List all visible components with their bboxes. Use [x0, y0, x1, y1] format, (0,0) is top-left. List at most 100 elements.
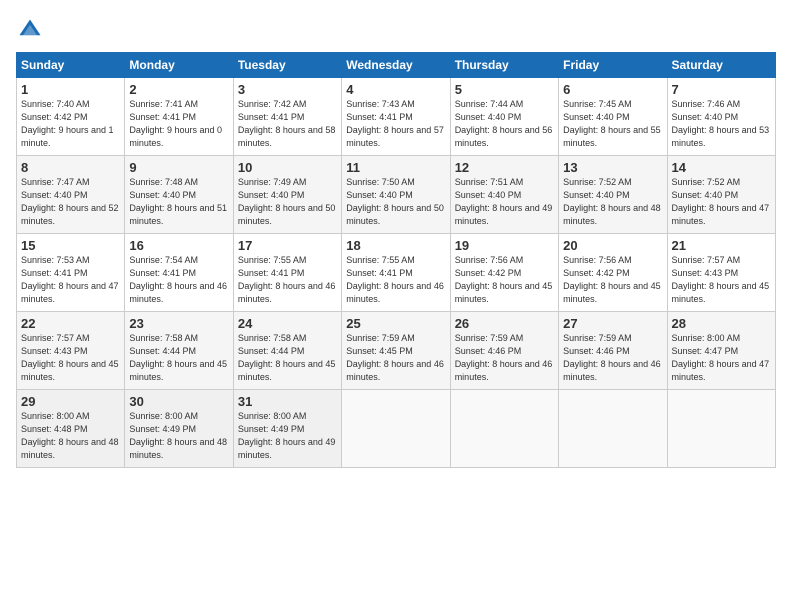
day-info: Sunrise: 8:00 AM Sunset: 4:49 PM Dayligh… — [238, 410, 337, 462]
calendar-cell — [559, 390, 667, 468]
day-number: 4 — [346, 82, 445, 97]
calendar-cell: 11Sunrise: 7:50 AM Sunset: 4:40 PM Dayli… — [342, 156, 450, 234]
day-number: 24 — [238, 316, 337, 331]
header — [16, 16, 776, 44]
day-info: Sunrise: 7:54 AM Sunset: 4:41 PM Dayligh… — [129, 254, 228, 306]
calendar-cell: 12Sunrise: 7:51 AM Sunset: 4:40 PM Dayli… — [450, 156, 558, 234]
calendar-cell: 25Sunrise: 7:59 AM Sunset: 4:45 PM Dayli… — [342, 312, 450, 390]
calendar-cell: 22Sunrise: 7:57 AM Sunset: 4:43 PM Dayli… — [17, 312, 125, 390]
day-number: 23 — [129, 316, 228, 331]
calendar-cell: 3Sunrise: 7:42 AM Sunset: 4:41 PM Daylig… — [233, 78, 341, 156]
calendar-cell — [667, 390, 775, 468]
calendar-cell: 2Sunrise: 7:41 AM Sunset: 4:41 PM Daylig… — [125, 78, 233, 156]
calendar-cell: 7Sunrise: 7:46 AM Sunset: 4:40 PM Daylig… — [667, 78, 775, 156]
day-info: Sunrise: 7:50 AM Sunset: 4:40 PM Dayligh… — [346, 176, 445, 228]
col-header-saturday: Saturday — [667, 53, 775, 78]
day-number: 2 — [129, 82, 228, 97]
day-number: 15 — [21, 238, 120, 253]
day-info: Sunrise: 8:00 AM Sunset: 4:47 PM Dayligh… — [672, 332, 771, 384]
day-number: 26 — [455, 316, 554, 331]
day-number: 30 — [129, 394, 228, 409]
day-number: 6 — [563, 82, 662, 97]
day-info: Sunrise: 7:59 AM Sunset: 4:45 PM Dayligh… — [346, 332, 445, 384]
calendar-cell: 1Sunrise: 7:40 AM Sunset: 4:42 PM Daylig… — [17, 78, 125, 156]
calendar-cell: 27Sunrise: 7:59 AM Sunset: 4:46 PM Dayli… — [559, 312, 667, 390]
day-number: 17 — [238, 238, 337, 253]
day-info: Sunrise: 7:58 AM Sunset: 4:44 PM Dayligh… — [129, 332, 228, 384]
col-header-sunday: Sunday — [17, 53, 125, 78]
calendar-cell: 9Sunrise: 7:48 AM Sunset: 4:40 PM Daylig… — [125, 156, 233, 234]
calendar-cell: 18Sunrise: 7:55 AM Sunset: 4:41 PM Dayli… — [342, 234, 450, 312]
day-number: 31 — [238, 394, 337, 409]
day-number: 8 — [21, 160, 120, 175]
calendar-cell: 19Sunrise: 7:56 AM Sunset: 4:42 PM Dayli… — [450, 234, 558, 312]
calendar-cell: 21Sunrise: 7:57 AM Sunset: 4:43 PM Dayli… — [667, 234, 775, 312]
day-number: 3 — [238, 82, 337, 97]
day-info: Sunrise: 7:40 AM Sunset: 4:42 PM Dayligh… — [21, 98, 120, 150]
calendar-cell: 4Sunrise: 7:43 AM Sunset: 4:41 PM Daylig… — [342, 78, 450, 156]
week-row-4: 22Sunrise: 7:57 AM Sunset: 4:43 PM Dayli… — [17, 312, 776, 390]
col-header-thursday: Thursday — [450, 53, 558, 78]
week-row-3: 15Sunrise: 7:53 AM Sunset: 4:41 PM Dayli… — [17, 234, 776, 312]
day-info: Sunrise: 7:56 AM Sunset: 4:42 PM Dayligh… — [455, 254, 554, 306]
calendar-cell: 10Sunrise: 7:49 AM Sunset: 4:40 PM Dayli… — [233, 156, 341, 234]
day-info: Sunrise: 8:00 AM Sunset: 4:48 PM Dayligh… — [21, 410, 120, 462]
calendar-cell: 6Sunrise: 7:45 AM Sunset: 4:40 PM Daylig… — [559, 78, 667, 156]
day-number: 13 — [563, 160, 662, 175]
day-number: 11 — [346, 160, 445, 175]
calendar-cell: 8Sunrise: 7:47 AM Sunset: 4:40 PM Daylig… — [17, 156, 125, 234]
day-number: 5 — [455, 82, 554, 97]
calendar-cell: 26Sunrise: 7:59 AM Sunset: 4:46 PM Dayli… — [450, 312, 558, 390]
page-container: SundayMondayTuesdayWednesdayThursdayFrid… — [0, 0, 792, 476]
day-info: Sunrise: 7:49 AM Sunset: 4:40 PM Dayligh… — [238, 176, 337, 228]
day-info: Sunrise: 7:52 AM Sunset: 4:40 PM Dayligh… — [563, 176, 662, 228]
calendar-cell: 5Sunrise: 7:44 AM Sunset: 4:40 PM Daylig… — [450, 78, 558, 156]
calendar-cell — [450, 390, 558, 468]
day-info: Sunrise: 7:55 AM Sunset: 4:41 PM Dayligh… — [346, 254, 445, 306]
day-info: Sunrise: 7:41 AM Sunset: 4:41 PM Dayligh… — [129, 98, 228, 150]
calendar-cell: 14Sunrise: 7:52 AM Sunset: 4:40 PM Dayli… — [667, 156, 775, 234]
day-number: 12 — [455, 160, 554, 175]
day-number: 14 — [672, 160, 771, 175]
calendar-cell: 16Sunrise: 7:54 AM Sunset: 4:41 PM Dayli… — [125, 234, 233, 312]
calendar-header-row: SundayMondayTuesdayWednesdayThursdayFrid… — [17, 53, 776, 78]
day-number: 25 — [346, 316, 445, 331]
day-info: Sunrise: 7:45 AM Sunset: 4:40 PM Dayligh… — [563, 98, 662, 150]
day-number: 10 — [238, 160, 337, 175]
day-info: Sunrise: 7:46 AM Sunset: 4:40 PM Dayligh… — [672, 98, 771, 150]
day-info: Sunrise: 7:44 AM Sunset: 4:40 PM Dayligh… — [455, 98, 554, 150]
day-number: 20 — [563, 238, 662, 253]
day-number: 16 — [129, 238, 228, 253]
calendar-cell: 23Sunrise: 7:58 AM Sunset: 4:44 PM Dayli… — [125, 312, 233, 390]
day-number: 18 — [346, 238, 445, 253]
col-header-friday: Friday — [559, 53, 667, 78]
day-info: Sunrise: 7:48 AM Sunset: 4:40 PM Dayligh… — [129, 176, 228, 228]
calendar-cell: 30Sunrise: 8:00 AM Sunset: 4:49 PM Dayli… — [125, 390, 233, 468]
day-number: 19 — [455, 238, 554, 253]
day-number: 1 — [21, 82, 120, 97]
logo-icon — [16, 16, 44, 44]
day-number: 28 — [672, 316, 771, 331]
day-info: Sunrise: 7:59 AM Sunset: 4:46 PM Dayligh… — [563, 332, 662, 384]
calendar-cell: 15Sunrise: 7:53 AM Sunset: 4:41 PM Dayli… — [17, 234, 125, 312]
day-info: Sunrise: 7:43 AM Sunset: 4:41 PM Dayligh… — [346, 98, 445, 150]
day-info: Sunrise: 7:57 AM Sunset: 4:43 PM Dayligh… — [672, 254, 771, 306]
day-info: Sunrise: 7:42 AM Sunset: 4:41 PM Dayligh… — [238, 98, 337, 150]
day-number: 7 — [672, 82, 771, 97]
col-header-monday: Monday — [125, 53, 233, 78]
day-info: Sunrise: 7:58 AM Sunset: 4:44 PM Dayligh… — [238, 332, 337, 384]
day-info: Sunrise: 7:59 AM Sunset: 4:46 PM Dayligh… — [455, 332, 554, 384]
day-info: Sunrise: 7:52 AM Sunset: 4:40 PM Dayligh… — [672, 176, 771, 228]
calendar-cell: 20Sunrise: 7:56 AM Sunset: 4:42 PM Dayli… — [559, 234, 667, 312]
day-info: Sunrise: 8:00 AM Sunset: 4:49 PM Dayligh… — [129, 410, 228, 462]
day-info: Sunrise: 7:55 AM Sunset: 4:41 PM Dayligh… — [238, 254, 337, 306]
day-number: 29 — [21, 394, 120, 409]
week-row-5: 29Sunrise: 8:00 AM Sunset: 4:48 PM Dayli… — [17, 390, 776, 468]
calendar-cell: 28Sunrise: 8:00 AM Sunset: 4:47 PM Dayli… — [667, 312, 775, 390]
day-number: 9 — [129, 160, 228, 175]
calendar-cell: 24Sunrise: 7:58 AM Sunset: 4:44 PM Dayli… — [233, 312, 341, 390]
day-info: Sunrise: 7:51 AM Sunset: 4:40 PM Dayligh… — [455, 176, 554, 228]
day-info: Sunrise: 7:57 AM Sunset: 4:43 PM Dayligh… — [21, 332, 120, 384]
week-row-2: 8Sunrise: 7:47 AM Sunset: 4:40 PM Daylig… — [17, 156, 776, 234]
calendar-cell: 31Sunrise: 8:00 AM Sunset: 4:49 PM Dayli… — [233, 390, 341, 468]
